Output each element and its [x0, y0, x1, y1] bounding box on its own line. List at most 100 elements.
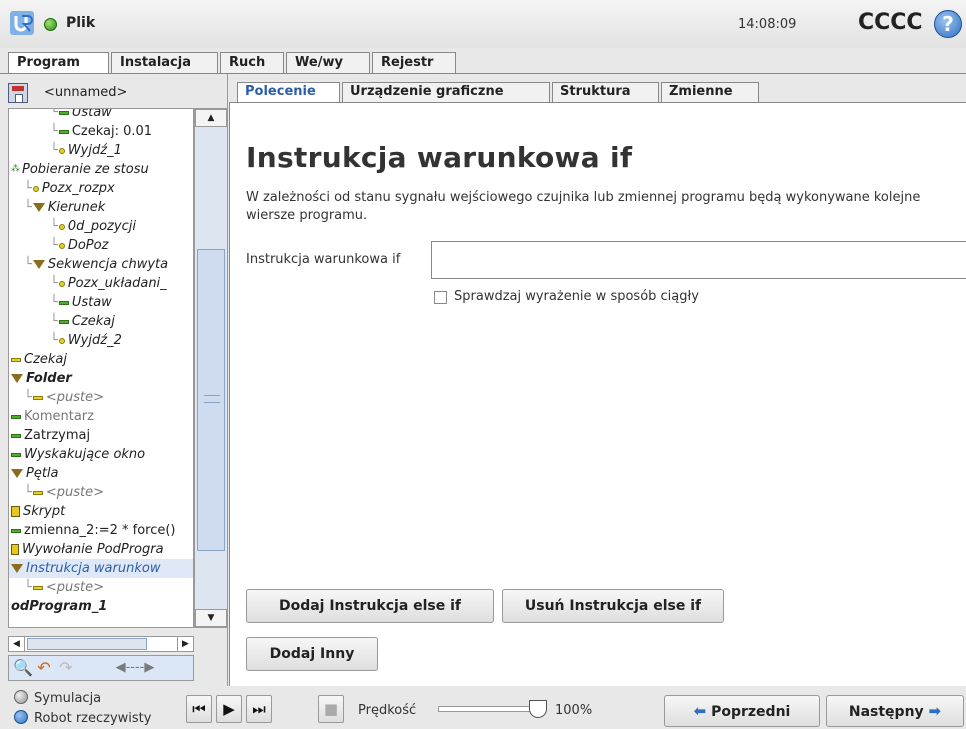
tree-item[interactable]: └ <puste>	[9, 388, 193, 407]
simulation-radio-icon[interactable]	[14, 690, 28, 704]
bar-icon	[58, 314, 72, 329]
bar-icon	[11, 523, 24, 538]
tree-item[interactable]: Wyskakujące okno	[9, 445, 193, 464]
remove-else-if-button[interactable]: Usuń Instrukcja else if	[502, 589, 724, 623]
tree-item[interactable]: └ Kierunek	[9, 198, 193, 217]
command-panel: Polecenie Urządzenie graficzne Struktura…	[229, 74, 966, 686]
tree-connector: └	[50, 314, 58, 329]
real-robot-radio-icon[interactable]	[14, 710, 28, 724]
tree-item[interactable]: Wywołanie PodProgra	[9, 540, 193, 559]
tree-item[interactable]: └ Sekwencja chwyta	[9, 255, 193, 274]
add-else-button[interactable]: Dodaj Inny	[246, 637, 378, 671]
tab-program[interactable]: Program	[8, 52, 109, 75]
tree-item[interactable]: └ Wyjdź_1	[9, 141, 193, 160]
tab-structure[interactable]: Struktura	[552, 82, 659, 102]
step-forward-icon[interactable]: ⏭	[246, 695, 272, 723]
continuous-checkbox[interactable]	[434, 291, 447, 304]
tree-item[interactable]: └ Czekaj: 0.01	[9, 122, 193, 141]
tree-item[interactable]: Zatrzymaj	[9, 426, 193, 445]
tree-item-label: Czekaj	[71, 314, 115, 329]
tree-item[interactable]: Komentarz	[9, 407, 193, 426]
tree-item[interactable]: └ DoPoz	[9, 236, 193, 255]
tab-log[interactable]: Rejestr	[372, 52, 456, 74]
tree-item[interactable]: └ 0d_pozycji	[9, 217, 193, 236]
tree-item[interactable]: └ Pozx_rozpx	[9, 179, 193, 198]
if-expression-input[interactable]	[431, 241, 966, 279]
help-icon[interactable]: ?	[934, 10, 962, 38]
triangle-icon	[11, 561, 26, 576]
skip-back-icon[interactable]: ⏮	[186, 695, 212, 723]
tree-item[interactable]: └ Czekaj	[9, 312, 193, 331]
tree-horizontal-scrollbar[interactable]: ◀ ▶	[8, 636, 194, 652]
tree-item-label: Skrypt	[23, 504, 66, 519]
tree-item-label: Folder	[26, 371, 72, 386]
tree-item[interactable]: └ Pozx_układani_	[9, 274, 193, 293]
script-icon	[11, 504, 23, 519]
if-expression-label: Instrukcja warunkowa if	[246, 252, 401, 267]
tree-item[interactable]: odProgram_1	[9, 597, 193, 616]
tab-command[interactable]: Polecenie	[237, 82, 340, 103]
dot-icon	[58, 219, 68, 234]
file-menu[interactable]: Plik	[66, 15, 95, 31]
scroll-left-icon[interactable]: ◀	[9, 637, 25, 651]
tree-vertical-scrollbar[interactable]: ▲ ▼	[194, 108, 228, 628]
tree-item[interactable]: └ <puste>	[9, 483, 193, 502]
scroll-right-icon[interactable]: ▶	[177, 637, 193, 651]
cut-icon[interactable]: ◀----▶	[81, 658, 189, 678]
tree-item[interactable]: Instrukcja warunkow	[9, 559, 193, 578]
add-else-if-button[interactable]: Dodaj Instrukcja else if	[246, 589, 494, 623]
tree-item-label: Zatrzymaj	[24, 428, 91, 443]
tree-item-label: zmienna_2:=2 * force()	[24, 523, 176, 538]
scroll-up-icon[interactable]: ▲	[195, 109, 227, 127]
stop-icon[interactable]: ■	[318, 695, 344, 723]
program-tree[interactable]: └ Ustaw └ Czekaj: 0.01 └ Wyjdź_1 ⁂ Pobieranie z…	[8, 108, 194, 628]
tree-item-label: <puste>	[45, 390, 104, 405]
arrow-left-icon: ⬅	[693, 702, 707, 720]
undo-icon[interactable]: ↶	[35, 658, 53, 678]
dot-icon	[32, 181, 42, 196]
tree-item[interactable]: └ Ustaw	[9, 293, 193, 312]
tree-item[interactable]: Skrypt	[9, 502, 193, 521]
speed-value: 100%	[555, 703, 593, 718]
tab-graphics[interactable]: Urządzenie graficzne	[342, 82, 550, 102]
tree-item[interactable]: └ Ustaw	[9, 108, 193, 122]
tree-item[interactable]: Folder	[9, 369, 193, 388]
tree-item[interactable]: Czekaj	[9, 350, 193, 369]
triangle-icon	[11, 466, 26, 481]
scroll-down-icon[interactable]: ▼	[195, 609, 227, 627]
hscroll-thumb[interactable]	[27, 638, 147, 650]
tree-item-label: 0d_pozycji	[67, 219, 136, 234]
tree-connector: └	[50, 276, 58, 291]
save-icon[interactable]	[8, 83, 28, 103]
speed-slider-handle[interactable]	[529, 700, 547, 718]
tree-list: └ Ustaw └ Czekaj: 0.01 └ Wyjdź_1 ⁂ Pobieranie z…	[9, 108, 193, 616]
scroll-thumb[interactable]	[197, 249, 225, 551]
tab-move[interactable]: Ruch	[220, 52, 284, 74]
dot-icon	[58, 143, 68, 158]
tree-item[interactable]: Pętla	[9, 464, 193, 483]
tree-connector: └	[24, 485, 32, 500]
ur-logo-icon	[10, 11, 34, 35]
top-bar: Plik 14:08:09 CCCC ?	[0, 0, 966, 48]
tree-item[interactable]: └ <puste>	[9, 578, 193, 597]
next-button[interactable]: Następny ➡	[826, 695, 964, 727]
mode-real-robot[interactable]: Robot rzeczywisty	[14, 710, 151, 728]
tree-item[interactable]: └ Wyjdź_2	[9, 331, 193, 350]
tab-io[interactable]: We/wy	[286, 52, 370, 74]
speed-slider[interactable]	[438, 706, 538, 712]
tab-installation[interactable]: Instalacja	[111, 52, 218, 74]
bar-icon	[11, 428, 24, 443]
tree-toolbar: 🔍 ↶ ↷ ◀----▶	[8, 655, 194, 681]
mode-simulation[interactable]: Symulacja	[14, 690, 101, 708]
redo-icon[interactable]: ↷	[57, 658, 75, 678]
tab-variables[interactable]: Zmienne	[661, 82, 759, 102]
search-icon[interactable]: 🔍	[13, 658, 33, 678]
clock: 14:08:09	[738, 17, 797, 32]
previous-button[interactable]: ⬅ Poprzedni	[664, 695, 820, 727]
tree-item[interactable]: ⁂ Pobieranie ze stosu	[9, 160, 193, 179]
triangle-icon	[32, 200, 48, 215]
tree-item-label: Czekaj	[24, 352, 68, 367]
tree-item[interactable]: zmienna_2:=2 * force()	[9, 521, 193, 540]
play-icon[interactable]: ▶	[216, 695, 242, 723]
tree-connector: └	[50, 108, 58, 120]
